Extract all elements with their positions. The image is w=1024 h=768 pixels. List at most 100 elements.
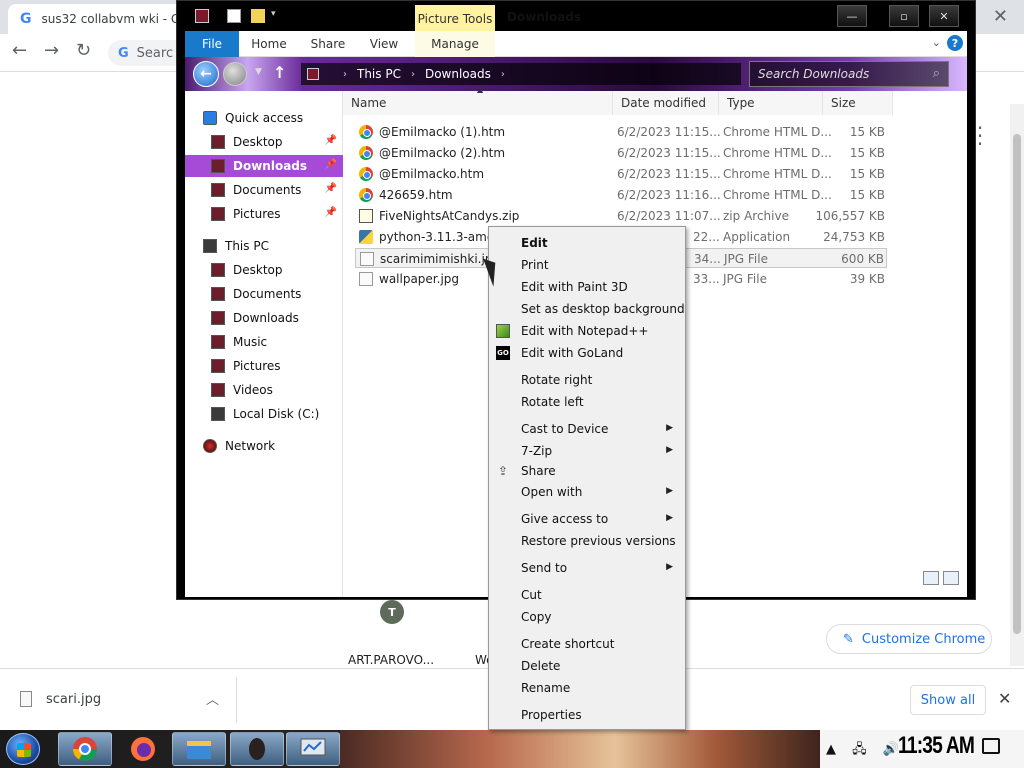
chrome-icon: [359, 167, 373, 181]
forward-icon[interactable]: →: [44, 40, 59, 61]
browser-tab[interactable]: G sus32 collabvm wki - Go: [8, 4, 188, 34]
menu-item-create-shortcut[interactable]: Create shortcut: [489, 633, 685, 655]
page-scrollbar[interactable]: [1010, 104, 1024, 666]
nav-pc-music[interactable]: Music: [185, 331, 343, 353]
breadcrumb[interactable]: › This PC › Downloads ›: [301, 63, 741, 85]
nav-documents[interactable]: Documents 📌: [185, 179, 343, 201]
picture-tools-label: Picture Tools: [415, 5, 495, 33]
taskbar-monitor[interactable]: [286, 732, 340, 766]
reload-icon[interactable]: ↻: [76, 40, 91, 61]
recent-locations-icon[interactable]: ▼: [255, 67, 262, 77]
menu-kebab-icon[interactable]: · · ·: [976, 118, 984, 154]
nav-pc-videos[interactable]: Videos: [185, 379, 343, 401]
menu-item-edit-goland[interactable]: GO Edit with GoLand: [489, 342, 685, 364]
customize-chrome-button[interactable]: ✎ Customize Chrome: [826, 624, 992, 654]
nav-local-disk[interactable]: Local Disk (C:): [185, 403, 343, 425]
taskbar-chrome[interactable]: [58, 732, 112, 766]
start-button[interactable]: [6, 733, 40, 765]
nav-pictures[interactable]: Pictures 📌: [185, 203, 343, 225]
address-bar: ← ▼ ↑ › This PC › Downloads › Search Dow…: [185, 57, 967, 91]
tab-file[interactable]: File: [185, 31, 239, 57]
file-row[interactable]: @Emilmacko (2).htm 6/2/2023 11:15... Chrom…: [355, 143, 887, 163]
google-icon: G: [118, 45, 129, 61]
menu-item-restore-versions[interactable]: Restore previous versions: [489, 530, 685, 552]
menu-item-cast[interactable]: Cast to Device ▶: [489, 418, 685, 440]
back-button[interactable]: ←: [193, 61, 219, 87]
nav-this-pc[interactable]: This PC: [185, 235, 343, 257]
file-name: @Emilmacko (1).htm: [379, 125, 506, 139]
show-all-button[interactable]: Show all: [910, 685, 986, 715]
nav-downloads[interactable]: Downloads 📌: [185, 155, 343, 177]
menu-item-print[interactable]: Print: [489, 254, 685, 276]
menu-item-rename[interactable]: Rename: [489, 677, 685, 699]
chevron-up-icon[interactable]: ︿: [206, 689, 219, 708]
menu-label: Send to: [521, 561, 568, 575]
menu-item-send-to[interactable]: Send to ▶: [489, 557, 685, 579]
taskbar-app[interactable]: [230, 732, 284, 766]
menu-item-set-background[interactable]: Set as desktop background: [489, 298, 685, 320]
file-date: 33...: [693, 272, 720, 286]
menu-item-edit-paint3d[interactable]: Edit with Paint 3D: [489, 276, 685, 298]
forward-button[interactable]: [223, 62, 247, 86]
shortcut-label[interactable]: ART.PAROVO...: [348, 653, 434, 667]
menu-item-give-access[interactable]: Give access to ▶: [489, 508, 685, 530]
tray-icons[interactable]: ▲ 🖧 🔊: [826, 740, 905, 762]
menu-item-rotate-right[interactable]: Rotate right: [489, 369, 685, 391]
up-arrow-icon[interactable]: ↑: [273, 63, 286, 82]
window-close-icon[interactable]: ✕: [993, 6, 1008, 27]
menu-item-share[interactable]: ⇪ Share: [489, 460, 685, 482]
new-folder-icon[interactable]: [251, 9, 265, 23]
menu-item-properties[interactable]: Properties: [489, 704, 685, 726]
file-row[interactable]: @Emilmacko.htm 6/2/2023 11:15... Chrome HT…: [355, 164, 887, 184]
menu-item-rotate-left[interactable]: Rotate left: [489, 391, 685, 413]
tab-share[interactable]: Share: [301, 31, 355, 57]
nav-pc-pictures[interactable]: Pictures: [185, 355, 343, 377]
properties-icon[interactable]: [227, 9, 241, 23]
breadcrumb-downloads[interactable]: Downloads: [425, 67, 491, 81]
menu-item-edit-notepadpp[interactable]: Edit with Notepad++: [489, 320, 685, 342]
nav-quick-access[interactable]: Quick access: [185, 107, 343, 129]
taskbar-explorer[interactable]: [172, 732, 226, 766]
title-bar[interactable]: ▾ Picture Tools Downloads — ▫ ✕: [177, 1, 975, 33]
nav-pc-documents[interactable]: Documents: [185, 283, 343, 305]
clock[interactable]: 11:35 AM: [898, 732, 975, 760]
column-type[interactable]: Type: [719, 91, 823, 115]
menu-item-delete[interactable]: Delete: [489, 655, 685, 677]
tab-home[interactable]: Home: [243, 31, 295, 57]
maximize-button[interactable]: ▫: [889, 5, 919, 27]
tab-view[interactable]: View: [361, 31, 407, 57]
menu-item-cut[interactable]: Cut: [489, 584, 685, 606]
tab-manage[interactable]: Manage: [415, 31, 495, 57]
help-icon[interactable]: ?: [947, 35, 963, 51]
menu-item-7zip[interactable]: 7-Zip ▶: [489, 440, 685, 462]
search-input[interactable]: Search Downloads ⌕: [749, 61, 949, 87]
nav-network[interactable]: Network: [185, 435, 343, 457]
network-icon: [203, 439, 217, 453]
back-icon[interactable]: ←: [12, 40, 27, 61]
minimize-button[interactable]: —: [837, 5, 867, 27]
close-icon[interactable]: ✕: [998, 689, 1011, 708]
file-row[interactable]: FiveNightsAtCandys.zip 6/2/2023 11:07... z…: [355, 206, 887, 226]
shortcut-avatar[interactable]: T: [380, 600, 404, 624]
file-row[interactable]: @Emilmacko (1).htm 6/2/2023 11:15... Chrom…: [355, 122, 887, 142]
scrollbar-thumb[interactable]: [1013, 134, 1021, 634]
column-name[interactable]: Name: [343, 91, 613, 115]
file-row[interactable]: 426659.htm 6/2/2023 11:16... Chrome HTML D…: [355, 185, 887, 205]
large-icons-view-icon[interactable]: [943, 571, 959, 585]
column-date[interactable]: Date modified: [613, 91, 719, 115]
close-button[interactable]: ✕: [929, 5, 959, 27]
chevron-down-icon[interactable]: ⌄: [932, 36, 941, 49]
menu-item-open-with[interactable]: Open with ▶: [489, 481, 685, 503]
menu-item-edit[interactable]: Edit: [489, 232, 685, 254]
menu-item-copy[interactable]: Copy: [489, 606, 685, 628]
breadcrumb-this-pc[interactable]: This PC: [357, 67, 401, 81]
details-view-icon[interactable]: [923, 571, 939, 585]
nav-pc-downloads[interactable]: Downloads: [185, 307, 343, 329]
nav-desktop[interactable]: Desktop 📌: [185, 131, 343, 153]
column-size[interactable]: Size: [823, 91, 893, 115]
download-item[interactable]: scari.jpg: [20, 691, 101, 707]
qat-dropdown-icon[interactable]: ▾: [271, 9, 285, 23]
notifications-icon[interactable]: [982, 738, 1000, 754]
nav-pc-desktop[interactable]: Desktop: [185, 259, 343, 281]
taskbar-firefox[interactable]: [116, 732, 170, 766]
